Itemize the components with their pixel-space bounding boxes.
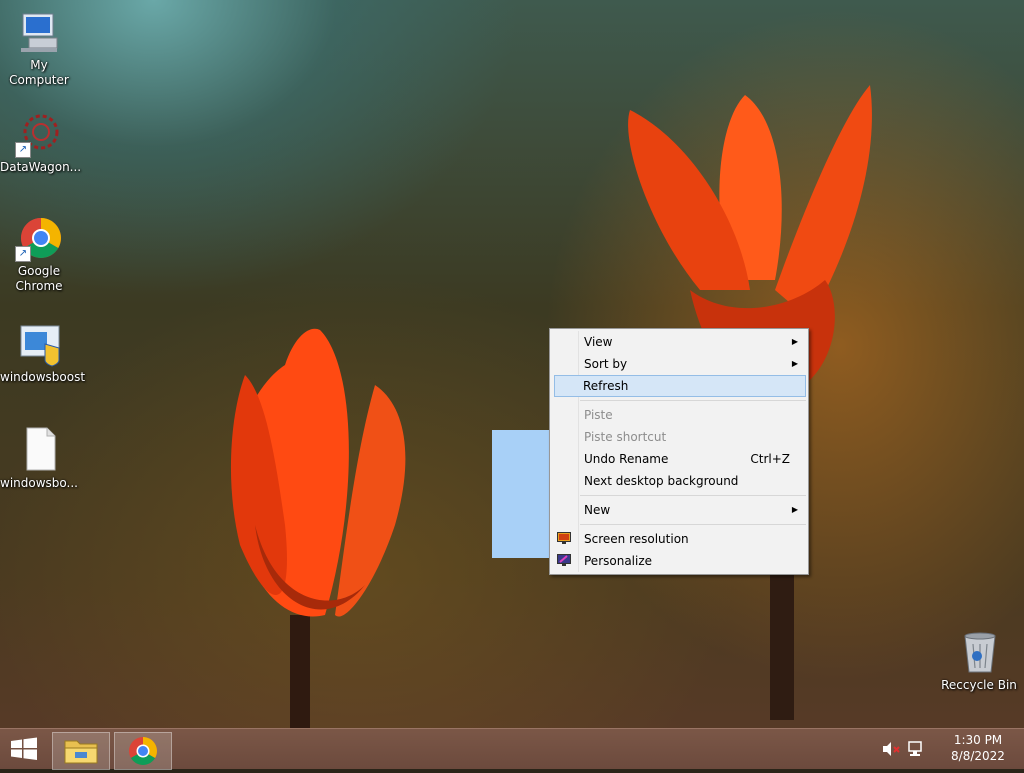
menu-item-label: Piste shortcut (584, 430, 667, 444)
desktop-context-menu: View ▶ Sort by ▶ Refresh Piste Piste sho… (549, 328, 809, 575)
menu-separator (580, 400, 806, 401)
shortcut-arrow-icon: ↗ (15, 142, 31, 158)
desktop-icon-datawagon[interactable]: ↗ DataWagon... (0, 110, 82, 175)
wallpaper-flower-left (230, 328, 406, 735)
taskbar: 1:30 PM 8/8/2022 (0, 728, 1024, 770)
menu-separator (580, 524, 806, 525)
taskbar-google-chrome[interactable] (114, 732, 172, 770)
desktop-icon-label: My Computer (9, 58, 69, 87)
desktop-icon-recycle-bin[interactable]: Reccycle Bin (940, 628, 1018, 693)
chrome-icon (129, 737, 157, 765)
system-tray: 1:30 PM 8/8/2022 (874, 729, 1024, 769)
chrome-icon: ↗ (15, 214, 63, 262)
start-button[interactable] (0, 729, 48, 769)
menu-item-label: View (584, 335, 613, 349)
menu-item-sort-by[interactable]: Sort by ▶ (550, 353, 808, 375)
submenu-arrow-icon: ▶ (791, 505, 798, 514)
menu-item-shortcut: Ctrl+Z (750, 452, 790, 466)
menu-item-undo-rename[interactable]: Undo Rename Ctrl+Z (550, 448, 808, 470)
clock-time: 1:30 PM (953, 733, 1003, 747)
network-icon[interactable] (908, 741, 926, 757)
datawagon-icon: ↗ (15, 110, 63, 158)
menu-item-label: New (584, 503, 611, 517)
file-explorer-icon (64, 740, 98, 764)
render-artifact (492, 430, 554, 558)
desktop-icon-windowsboost-file[interactable]: windowsbo... (0, 426, 78, 491)
desktop-wallpaper (0, 0, 1024, 768)
menu-item-screen-resolution[interactable]: Screen resolution (550, 528, 808, 550)
menu-item-label: Piste (584, 408, 613, 422)
menu-item-view[interactable]: View ▶ (550, 331, 808, 353)
desktop-icon-windowsboost[interactable]: windowsboost (0, 320, 86, 385)
installer-icon (15, 320, 63, 368)
shortcut-arrow-icon: ↗ (15, 246, 31, 262)
menu-item-label: Undo Rename (584, 452, 669, 466)
menu-item-paste[interactable]: Piste (550, 404, 808, 426)
personalize-icon (557, 554, 571, 566)
clock-date: 8/8/2022 (951, 749, 1005, 763)
computer-icon (15, 8, 63, 56)
windows-logo-icon (11, 737, 37, 760)
menu-item-label: Next desktop background (584, 474, 739, 488)
menu-item-new[interactable]: New ▶ (550, 499, 808, 521)
menu-item-personalize[interactable]: Personalize (550, 550, 808, 572)
menu-item-label: Screen resolution (584, 532, 689, 546)
menu-item-next-background[interactable]: Next desktop background (550, 470, 808, 492)
menu-item-refresh[interactable]: Refresh (554, 375, 806, 397)
submenu-arrow-icon: ▶ (791, 359, 798, 368)
desktop-icon-label: DataWagon... (0, 160, 82, 174)
volume-muted-icon[interactable] (882, 741, 902, 757)
menu-separator (580, 495, 806, 496)
menu-item-paste-shortcut[interactable]: Piste shortcut (550, 426, 808, 448)
menu-item-label: Refresh (583, 379, 629, 393)
desktop-icon-label: Reccycle Bin (941, 678, 1017, 692)
taskbar-file-explorer[interactable] (52, 732, 110, 770)
desktop-icon-label: windowsbo... (0, 476, 78, 490)
recycle-bin-icon (955, 628, 1003, 676)
desktop-icon-label: Google Chrome (15, 264, 63, 293)
menu-item-label: Sort by (584, 357, 628, 371)
menu-item-label: Personalize (584, 554, 653, 568)
desktop-icon-label: windowsboost (0, 370, 86, 384)
desktop-icon-google-chrome[interactable]: ↗ Google Chrome (0, 214, 78, 294)
screen-resolution-icon (557, 532, 571, 544)
submenu-arrow-icon: ▶ (791, 337, 798, 346)
desktop-icon-my-computer[interactable]: My Computer (0, 8, 78, 88)
file-icon (15, 426, 63, 474)
taskbar-clock[interactable]: 1:30 PM 8/8/2022 (946, 732, 1010, 764)
